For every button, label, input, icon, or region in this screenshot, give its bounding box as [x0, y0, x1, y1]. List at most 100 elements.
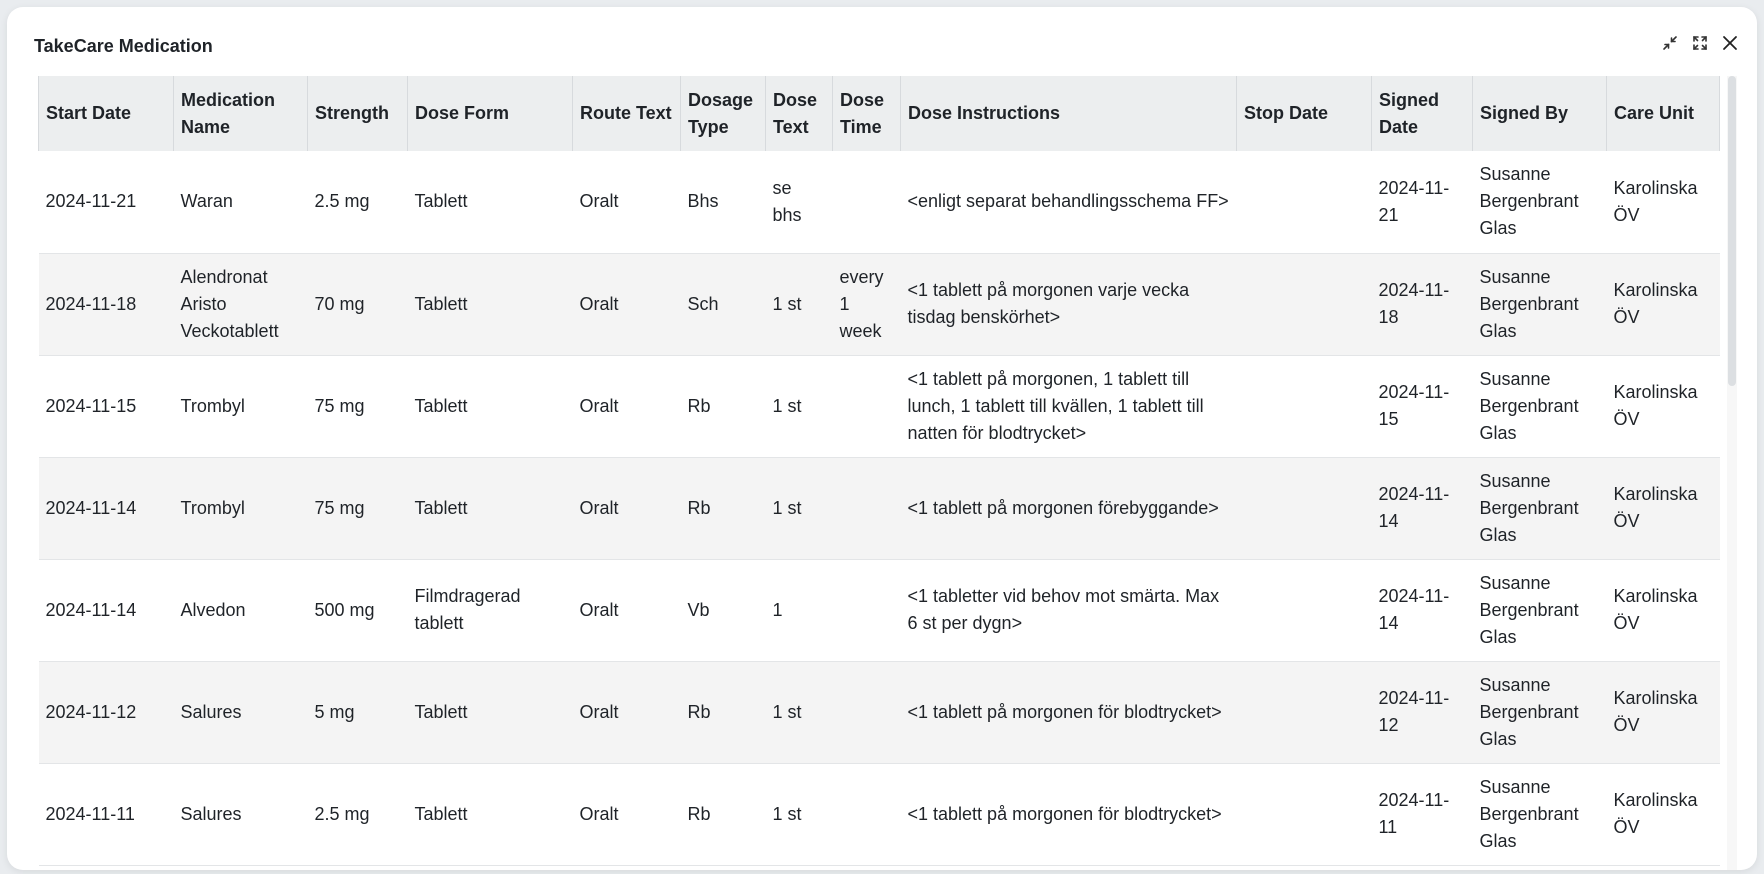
- cell-dose-text: 1 st: [765, 457, 833, 560]
- table-header-row: Start Date Medication Name Strength Dose…: [38, 76, 1720, 151]
- close-icon[interactable]: [1721, 34, 1739, 52]
- cell-dose-text: 1: [765, 559, 833, 662]
- cell-start-date: 2024-11-18: [38, 253, 174, 356]
- cell-dose-text: 1 st: [765, 661, 833, 764]
- cell-route-text: Oralt: [572, 763, 681, 866]
- medication-table-container: Start Date Medication Name Strength Dose…: [38, 76, 1729, 870]
- cell-dose-form: Tablett: [407, 253, 573, 356]
- cell-signed-by: Susanne Bergenbrant Glas: [1472, 559, 1607, 662]
- cell-route-text: Oralt: [572, 559, 681, 662]
- column-header-dose-text[interactable]: Dose Text: [765, 76, 833, 151]
- cell-start-date: 2024-11-15: [38, 355, 174, 458]
- column-header-medication-name[interactable]: Medication Name: [173, 76, 308, 151]
- column-header-start-date[interactable]: Start Date: [38, 76, 174, 151]
- cell-signed-by: Susanne Bergenbrant Glas: [1472, 661, 1607, 764]
- column-header-dose-form[interactable]: Dose Form: [407, 76, 573, 151]
- table-row[interactable]: 2024-11-15 Trombyl 75 mg Tablett Oralt Rb 1 st…: [38, 355, 1720, 458]
- cell-care-unit: Karolinska ÖV: [1606, 559, 1720, 662]
- cell-dose-time: [832, 151, 901, 254]
- cell-dose-time: [832, 559, 901, 662]
- cell-strength: 500 mg: [307, 559, 408, 662]
- cell-dosage-type: Rb: [680, 355, 766, 458]
- cell-start-date: 2024-11-21: [38, 151, 174, 254]
- cell-medication-name: Trombyl: [173, 457, 308, 560]
- cell-dose-instructions: <1 tablett på morgonen, 1 tablett till l…: [900, 355, 1237, 458]
- cell-dose-time: every 1 week: [832, 253, 901, 356]
- cell-care-unit: Karolinska ÖV: [1606, 457, 1720, 560]
- column-header-strength[interactable]: Strength: [307, 76, 408, 151]
- cell-route-text: Oralt: [572, 457, 681, 560]
- cell-medication-name: Salures: [173, 763, 308, 866]
- cell-dose-time: [832, 661, 901, 764]
- cell-strength: 75 mg: [307, 457, 408, 560]
- cell-dose-form: Tablett: [407, 661, 573, 764]
- cell-dose-instructions: <1 tabletter vid behov mot smärta. Max 6…: [900, 559, 1237, 662]
- cell-route-text: Oralt: [572, 253, 681, 356]
- cell-dosage-type: Sch: [680, 253, 766, 356]
- cell-stop-date: [1236, 151, 1372, 254]
- cell-dose-form: Tablett: [407, 151, 573, 254]
- cell-medication-name: Waran: [173, 151, 308, 254]
- table-row[interactable]: 2024-11-11 Salures 2.5 mg Tablett Oralt Rb 1 s…: [38, 763, 1720, 866]
- table-row[interactable]: 2024-11-12 Salures 5 mg Tablett Oralt Rb 1 st <…: [38, 661, 1720, 764]
- cell-dose-instructions: <1 tablett på morgonen för blodtrycket>: [900, 763, 1237, 866]
- cell-dose-instructions: <enligt separat behandlingsschema FF>: [900, 151, 1237, 254]
- cell-dose-text: 1 st: [765, 763, 833, 866]
- cell-care-unit: Karolinska ÖV: [1606, 763, 1720, 866]
- cell-stop-date: [1236, 559, 1372, 662]
- cell-care-unit: Karolinska ÖV: [1606, 661, 1720, 764]
- cell-medication-name: Trombyl: [173, 355, 308, 458]
- cell-start-date: 2024-11-12: [38, 661, 174, 764]
- cell-care-unit: Karolinska ÖV: [1606, 253, 1720, 356]
- cell-care-unit: Karolinska ÖV: [1606, 151, 1720, 254]
- cell-stop-date: [1236, 355, 1372, 458]
- cell-signed-date: 2024-11-21: [1371, 151, 1473, 254]
- expand-arrows-icon[interactable]: [1691, 34, 1709, 52]
- cell-signed-by: Susanne Bergenbrant Glas: [1472, 253, 1607, 356]
- cell-strength: 2.5 mg: [307, 763, 408, 866]
- collapse-arrows-icon[interactable]: [1661, 34, 1679, 52]
- cell-start-date: 2024-11-11: [38, 763, 174, 866]
- cell-strength: 70 mg: [307, 253, 408, 356]
- cell-dose-time: [832, 457, 901, 560]
- cell-signed-date: 2024-11-14: [1371, 559, 1473, 662]
- table-row[interactable]: 2024-11-14 Trombyl 75 mg Tablett Oralt Rb 1 st…: [38, 457, 1720, 560]
- cell-stop-date: [1236, 763, 1372, 866]
- dialog-title: TakeCare Medication: [34, 36, 213, 56]
- column-header-dose-instructions[interactable]: Dose Instructions: [900, 76, 1237, 151]
- cell-strength: 5 mg: [307, 661, 408, 764]
- cell-dose-form: Tablett: [407, 457, 573, 560]
- cell-start-date: 2024-11-14: [38, 559, 174, 662]
- cell-dose-text: 1 st: [765, 253, 833, 356]
- table-row[interactable]: 2024-11-18 Alendronat Aristo Veckotablett…: [38, 253, 1720, 356]
- cell-stop-date: [1236, 253, 1372, 356]
- column-header-signed-date[interactable]: Signed Date: [1371, 76, 1473, 151]
- column-header-dose-time[interactable]: Dose Time: [832, 76, 901, 151]
- cell-dose-text: 1 st: [765, 355, 833, 458]
- column-header-stop-date[interactable]: Stop Date: [1236, 76, 1372, 151]
- scrollbar-thumb[interactable]: [1728, 76, 1736, 386]
- cell-dose-instructions: <1 tablett på morgonen för blodtrycket>: [900, 661, 1237, 764]
- cell-route-text: Oralt: [572, 151, 681, 254]
- cell-dose-form: Filmdragerad tablett: [407, 559, 573, 662]
- cell-dosage-type: Bhs: [680, 151, 766, 254]
- cell-signed-by: Susanne Bergenbrant Glas: [1472, 355, 1607, 458]
- cell-signed-by: Susanne Bergenbrant Glas: [1472, 763, 1607, 866]
- column-header-route-text[interactable]: Route Text: [572, 76, 681, 151]
- cell-medication-name: Salures: [173, 661, 308, 764]
- cell-medication-name: Alendronat Aristo Veckotablett: [173, 253, 308, 356]
- cell-dose-time: [832, 355, 901, 458]
- cell-stop-date: [1236, 661, 1372, 764]
- column-header-signed-by[interactable]: Signed By: [1472, 76, 1607, 151]
- cell-route-text: Oralt: [572, 661, 681, 764]
- table-row[interactable]: 2024-11-14 Alvedon 500 mg Filmdragerad tabl…: [38, 559, 1720, 662]
- cell-signed-by: Susanne Bergenbrant Glas: [1472, 151, 1607, 254]
- column-header-dosage-type[interactable]: Dosage Type: [680, 76, 766, 151]
- cell-medication-name: Alvedon: [173, 559, 308, 662]
- table-row[interactable]: 2024-11-21 Waran 2.5 mg Tablett Oralt Bhs se b…: [38, 151, 1720, 254]
- column-header-care-unit[interactable]: Care Unit: [1606, 76, 1720, 151]
- cell-dosage-type: Vb: [680, 559, 766, 662]
- cell-dose-time: [832, 763, 901, 866]
- window-controls: [1661, 34, 1739, 52]
- cell-dose-form: Tablett: [407, 763, 573, 866]
